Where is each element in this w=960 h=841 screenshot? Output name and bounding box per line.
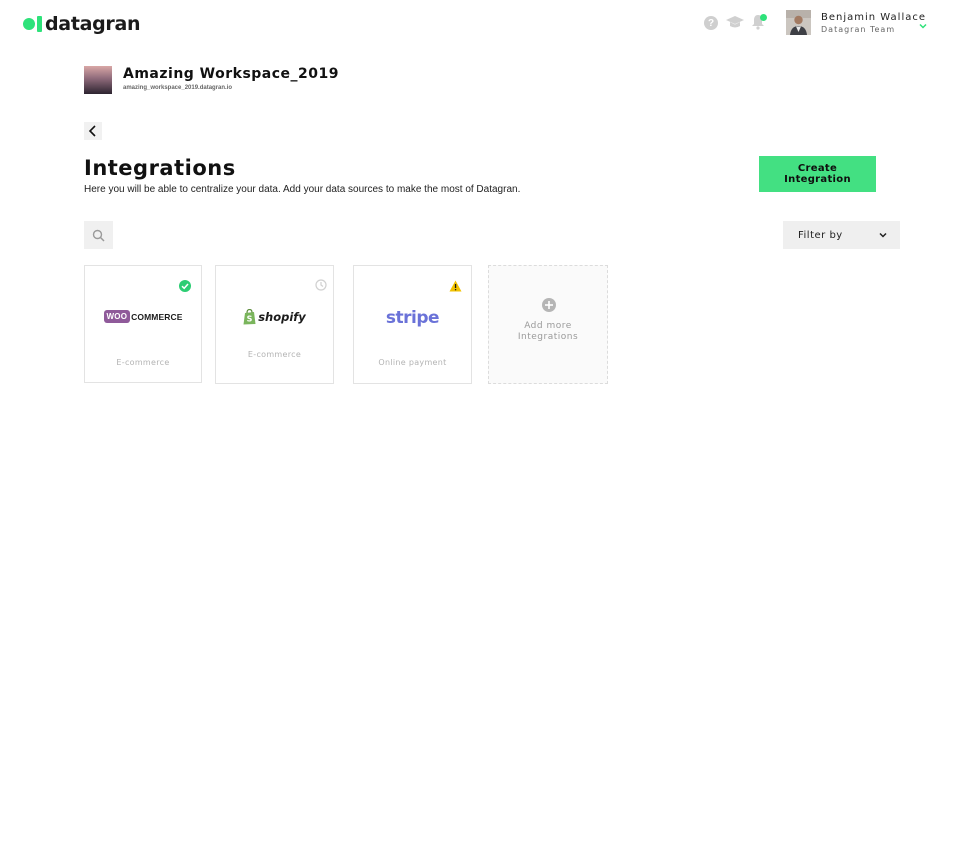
back-button[interactable] — [84, 122, 102, 140]
add-more-line2: Integrations — [517, 332, 579, 342]
page-subtitle: Here you will be able to centralize your… — [84, 184, 521, 195]
plus-circle-icon — [542, 298, 556, 317]
search-icon — [92, 229, 105, 242]
help-icon[interactable]: ? — [704, 16, 718, 30]
check-circle-icon — [179, 279, 191, 297]
pending-icon — [315, 278, 327, 296]
logo-dot — [23, 18, 35, 30]
integration-card-shopify[interactable]: S shopify E-commerce — [215, 265, 334, 384]
notification-badge — [760, 14, 767, 21]
user-team: Datagran Team — [821, 25, 896, 34]
integration-category: E-commerce — [116, 358, 170, 367]
avatar[interactable] — [786, 10, 811, 35]
chevron-left-icon — [88, 125, 96, 137]
graduation-cap-icon[interactable] — [726, 15, 744, 29]
integration-category: Online payment — [378, 358, 447, 367]
stripe-logo: stripe — [354, 308, 471, 328]
create-integration-button[interactable]: Create Integration — [759, 156, 876, 192]
shopify-logo: S shopify — [216, 309, 333, 325]
integration-card-woocommerce[interactable]: WOO COMMERCE E-commerce — [84, 265, 202, 383]
stripe-text: stripe — [385, 308, 440, 328]
page-title: Integrations — [84, 156, 236, 180]
chevron-down-icon — [879, 232, 887, 238]
integration-category: E-commerce — [247, 350, 302, 359]
shopify-text: shopify — [258, 310, 306, 324]
integration-card-stripe[interactable]: stripe Online payment — [353, 265, 472, 384]
workspace-url: amazing_workspace_2019.datagran.io — [123, 85, 233, 91]
add-integration-card[interactable]: Add more Integrations — [488, 265, 608, 384]
chevron-down-icon[interactable] — [918, 17, 928, 35]
logo-wordmark: datagran — [45, 13, 141, 35]
warning-icon — [449, 279, 462, 297]
svg-text:S: S — [247, 315, 253, 324]
woocommerce-badge: WOO — [103, 310, 131, 323]
datagran-logo[interactable]: datagran — [23, 13, 141, 35]
user-name: Benjamin Wallace — [821, 12, 927, 23]
add-more-line1: Add more — [524, 321, 572, 331]
workspace-thumbnail — [84, 66, 112, 94]
add-more-label: Add more Integrations — [489, 321, 607, 343]
logo-bar — [37, 16, 42, 32]
filter-label: Filter by — [798, 229, 843, 241]
woocommerce-text: COMMERCE — [131, 311, 183, 322]
shopify-bag-icon: S — [243, 309, 256, 325]
search-button[interactable] — [84, 221, 113, 249]
workspace-name: Amazing Workspace_2019 — [123, 66, 340, 82]
woocommerce-logo: WOO COMMERCE — [85, 310, 201, 323]
filter-dropdown[interactable]: Filter by — [783, 221, 900, 249]
